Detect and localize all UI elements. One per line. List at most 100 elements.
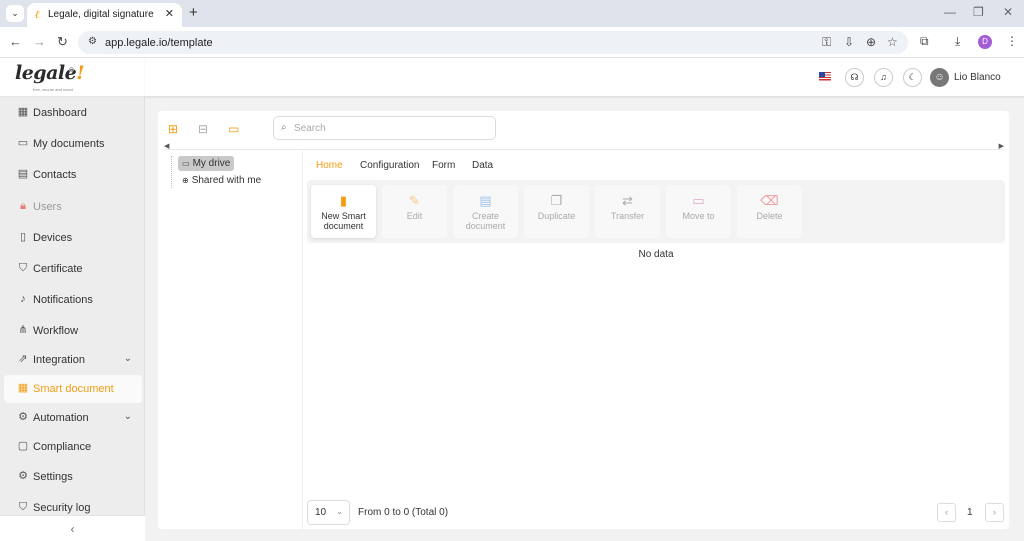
sidebar-item-my-documents[interactable]: ▭ My documents [4,130,142,158]
shield-check-icon: ⛉ [18,501,28,513]
new-folder-icon[interactable]: ⊞ [168,122,178,136]
folder-icon[interactable]: ▭ [228,122,239,136]
edit-folder-icon[interactable]: ⊟ [198,122,208,136]
chevron-down-icon: ⌄ [336,507,343,516]
moon-icon[interactable]: ☾ [903,68,922,87]
bell-icon: ♪ [20,293,26,305]
address-bar[interactable]: ⚙ app.legale.io/template ⚿ ⇩ ⊕ ☆ [78,31,908,54]
sidebar-item-users[interactable]: 🔒︎ Users [4,193,142,221]
back-arrow-icon[interactable]: ← [9,34,22,49]
tree-node-shared[interactable]: ⊕ Shared with me [178,173,265,188]
action-label: Edit [406,211,423,221]
folder-icon: ▭ [17,137,29,149]
duplicate-button[interactable]: ❐ Duplicate [524,185,589,238]
pencil-icon: ✎ [409,193,420,208]
close-icon[interactable]: ✕ [165,7,174,20]
chat-icon: ▢ [17,440,29,452]
tree-node-label: Shared with me [191,175,262,186]
sidebar-item-label: Security log [33,502,91,514]
sidebar-item-integration[interactable]: ⇗ Integration ⌄ [4,346,142,374]
sidebar-item-contacts[interactable]: ▤ Contacts [4,161,142,189]
sidebar-item-label: Contacts [33,169,77,181]
avatar[interactable]: ☺ [930,68,949,87]
browser-tab[interactable]: ℓ Legale, digital signature ✕ [27,3,182,27]
scroll-right-icon[interactable]: ▶ [999,142,1004,150]
tab-home[interactable]: Home [316,160,343,171]
new-tab-button[interactable]: + [189,4,198,21]
action-label: Transfer [610,211,645,221]
logo-tagline: free, secure and smart [33,87,74,92]
tab-search-button[interactable]: ⌄ [6,5,24,22]
tree-node-label: My drive [192,158,231,169]
sidebar-item-dashboard[interactable]: ▦ Dashboard [4,99,142,127]
sidebar-item-certificate[interactable]: ⛉ Certificate [4,255,142,283]
bookmark-star-icon[interactable]: ☆ [887,35,898,49]
shield-check-icon: ⛉ [18,262,28,274]
table-icon: ▦ [17,382,29,394]
install-app-icon[interactable]: ⇩ [844,35,854,49]
search-box[interactable]: ⌕ [273,116,496,140]
new-smart-document-button[interactable]: ▮ New Smart document [311,185,376,238]
workflow-icon: ⋔ [18,324,28,336]
drive-icon: ▭ [182,159,190,168]
bell-icon[interactable]: ♫ [874,68,893,87]
extensions-icon[interactable]: ⧉ [920,34,929,49]
lock-icon: 🔒︎ [20,200,26,212]
sidebar-item-label: Settings [33,471,73,483]
tab-form[interactable]: Form [432,160,455,171]
support-headset-icon[interactable]: ☊ [845,68,864,87]
dashboard-icon: ▦ [17,106,29,118]
sidebar-item-workflow[interactable]: ⋔ Workflow [4,317,142,345]
edit-button[interactable]: ✎ Edit [382,185,447,238]
delete-button[interactable]: ⌫ Delete [737,185,802,238]
site-settings-icon[interactable]: ⚙ [88,36,97,47]
user-name[interactable]: Lio Blanco [954,72,1001,83]
key-icon[interactable]: ⚿ [822,35,831,50]
tab-data[interactable]: Data [472,160,493,171]
action-label: Delete [756,211,783,221]
chevron-down-icon: ⌄ [123,411,132,422]
zoom-icon[interactable]: ⊕ [866,35,876,49]
logo[interactable]: legale! free, secure and smart [0,58,145,97]
downloads-icon[interactable]: ⤓ [955,34,960,49]
horizontal-scrollbar[interactable]: ◀ ▶ [164,142,1004,150]
transfer-button[interactable]: ⇄ Transfer [595,185,660,238]
folder-move-icon: ▭ [692,193,705,208]
sidebar-item-smart-document[interactable]: ▦ Smart document [4,375,142,403]
page-size-value: 10 [315,507,327,518]
sidebar-item-label: My documents [33,138,105,150]
page-size-select[interactable]: 10 ⌄ [307,500,350,525]
forward-arrow-icon[interactable]: → [33,34,46,49]
file-plus-icon: ▮ [339,193,348,208]
url-text[interactable]: app.legale.io/template [105,37,213,49]
move-to-button[interactable]: ▭ Move to [666,185,731,238]
action-label: Create document [465,211,506,231]
reload-icon[interactable]: ↻ [57,34,68,50]
sidebar-item-label: Compliance [33,441,92,453]
sidebar-item-compliance[interactable]: ▢ Compliance [4,433,142,461]
profile-avatar[interactable]: D [978,35,992,49]
search-input[interactable] [294,120,489,136]
scroll-left-icon[interactable]: ◀ [164,142,169,150]
tab-configuration[interactable]: Configuration [360,160,419,171]
sidebar-item-automation[interactable]: ⚙ Automation ⌄ [4,404,142,432]
window-close-icon[interactable]: ✕ [1003,5,1013,19]
minimize-icon[interactable]: — [944,5,956,19]
tree-node-my-drive[interactable]: ▭ My drive [178,156,235,171]
legale-favicon-icon: ℓ [35,8,40,21]
next-page-button[interactable]: › [985,503,1004,522]
kebab-menu-icon[interactable]: ⋮ [1006,34,1018,48]
sidebar-item-devices[interactable]: ▯ Devices [4,224,142,252]
file-settings-icon: ▤ [479,193,492,208]
gear-icon: ⚙ [18,411,28,423]
sidebar-collapse-button[interactable]: ‹ [0,515,145,541]
create-document-button[interactable]: ▤ Create document [453,185,518,238]
prev-page-button[interactable]: ‹ [937,503,956,522]
sidebar-item-settings[interactable]: ⚙ Settings [4,463,142,491]
sidebar-item-notifications[interactable]: ♪ Notifications [4,286,142,314]
contacts-icon: ▤ [17,168,29,180]
restore-icon[interactable]: ❐ [973,5,984,19]
external-link-icon: ⇗ [18,353,28,365]
us-flag-icon[interactable] [819,72,831,81]
current-page[interactable]: 1 [967,507,973,518]
